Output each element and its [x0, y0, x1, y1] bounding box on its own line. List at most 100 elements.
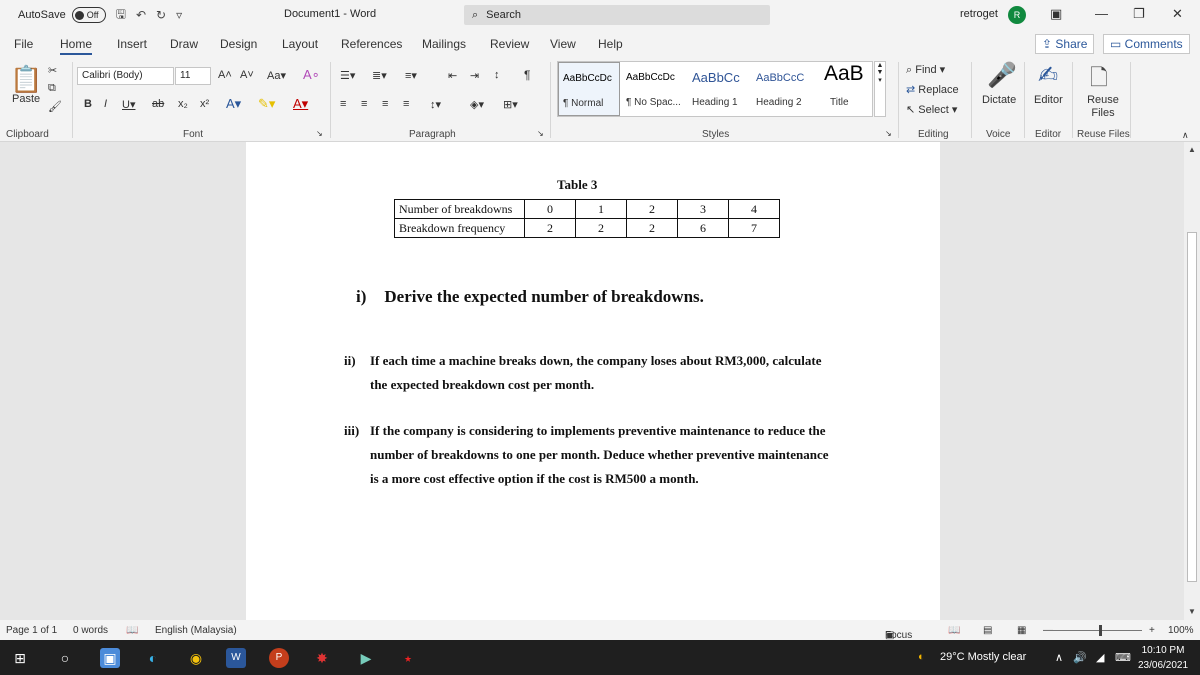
editor-icon[interactable]: ✍: [1038, 61, 1058, 90]
justify-icon[interactable]: ≡: [403, 98, 409, 110]
copy-icon[interactable]: ⧉: [48, 82, 56, 95]
bullets-icon[interactable]: ☰▾: [340, 69, 355, 82]
underline-icon[interactable]: U▾: [122, 98, 135, 111]
change-case-icon[interactable]: Aa▾: [267, 69, 286, 82]
font-color-icon[interactable]: A▾: [293, 96, 308, 112]
font-size-select[interactable]: 11: [175, 67, 211, 85]
shading-icon[interactable]: ◈▾: [470, 98, 484, 111]
cut-icon[interactable]: ✂: [48, 64, 57, 77]
print-layout-icon[interactable]: ▤: [983, 625, 992, 636]
scroll-up-icon[interactable]: ▲: [1188, 145, 1196, 154]
tab-home[interactable]: Home: [60, 37, 93, 55]
borders-icon[interactable]: ⊞▾: [503, 98, 518, 111]
clear-formatting-icon[interactable]: A∘: [303, 67, 320, 83]
style-no-spacing[interactable]: AaBbCcDc ¶ No Spac...: [622, 62, 686, 116]
grow-font-icon[interactable]: A˄: [218, 69, 232, 81]
numbering-icon[interactable]: ≣▾: [372, 69, 387, 82]
media-app-icon[interactable]: ▶: [356, 648, 376, 668]
tab-view[interactable]: View: [550, 37, 576, 51]
scroll-down-icon[interactable]: ▼: [1188, 607, 1196, 616]
web-layout-icon[interactable]: ▦: [1017, 625, 1026, 636]
page-count[interactable]: Page 1 of 1: [6, 625, 57, 636]
undo-icon[interactable]: ↶: [136, 8, 146, 22]
clock[interactable]: 10:10 PM 23/06/2021: [1138, 643, 1188, 673]
tab-draw[interactable]: Draw: [170, 37, 198, 51]
word-app-icon[interactable]: W: [226, 648, 246, 668]
font-name-select[interactable]: Calibri (Body): [77, 67, 174, 85]
comments-button[interactable]: ▭ Comments: [1103, 34, 1190, 54]
select-button[interactable]: ↖ Select ▾: [906, 103, 957, 116]
editor-label[interactable]: Editor: [1034, 94, 1063, 106]
text-effects-icon[interactable]: A▾: [226, 96, 241, 112]
powerpoint-app-icon[interactable]: P: [269, 648, 289, 668]
style-heading-1[interactable]: AaBbCc Heading 1: [688, 62, 752, 116]
bold-icon[interactable]: B: [84, 98, 92, 110]
user-name[interactable]: retroget: [960, 8, 998, 20]
show-marks-icon[interactable]: ¶: [524, 68, 530, 82]
shrink-font-icon[interactable]: A˅: [240, 69, 254, 81]
align-right-icon[interactable]: ≡: [382, 98, 388, 110]
increase-indent-icon[interactable]: ⇥: [470, 69, 479, 82]
paste-icon[interactable]: 📋: [10, 64, 42, 95]
align-left-icon[interactable]: ≡: [340, 98, 346, 110]
align-center-icon[interactable]: ≡: [361, 98, 367, 110]
paste-label[interactable]: Paste: [12, 93, 40, 105]
language[interactable]: English (Malaysia): [155, 625, 237, 636]
close-icon[interactable]: ✕: [1172, 6, 1183, 22]
weather-icon[interactable]: ◐: [918, 651, 925, 663]
tab-layout[interactable]: Layout: [282, 37, 318, 51]
tab-review[interactable]: Review: [490, 37, 529, 51]
zoom-level[interactable]: 100%: [1168, 625, 1194, 636]
app-icon[interactable]: ✸: [312, 648, 332, 668]
vertical-scrollbar[interactable]: ▲ ▼: [1184, 142, 1200, 620]
highlight-icon[interactable]: ✎▾: [258, 96, 275, 112]
format-painter-icon[interactable]: 🖌: [48, 100, 62, 113]
tab-file[interactable]: File: [14, 37, 33, 51]
acrobat-icon[interactable]: ⭑: [398, 648, 418, 668]
tab-help[interactable]: Help: [598, 37, 623, 51]
find-button[interactable]: ⌕ Find ▾: [906, 63, 945, 77]
style-title[interactable]: AaB Title: [820, 62, 872, 116]
reuse-files-label[interactable]: Reuse Files: [1086, 94, 1120, 120]
styles-scroll[interactable]: ▲ ▼ ▾: [874, 61, 886, 117]
tab-design[interactable]: Design: [220, 37, 257, 51]
tab-insert[interactable]: Insert: [117, 37, 147, 51]
document-page[interactable]: Table 3 Number of breakdowns 0 1 2 3 4 B…: [246, 142, 940, 620]
tab-references[interactable]: References: [341, 37, 402, 51]
autosave-toggle[interactable]: Off: [71, 7, 106, 23]
line-spacing-icon[interactable]: ↕▾: [430, 98, 441, 111]
restore-icon[interactable]: ❐: [1133, 6, 1145, 22]
show-hidden-icons-icon[interactable]: ∧: [1055, 651, 1063, 664]
zoom-slider[interactable]: [1052, 630, 1142, 631]
avatar[interactable]: R: [1008, 6, 1026, 24]
edge-icon[interactable]: ◐: [143, 648, 163, 668]
zoom-slider-thumb[interactable]: [1099, 625, 1102, 636]
task-view-icon[interactable]: ▣: [100, 648, 120, 668]
save-icon[interactable]: 🖫: [116, 5, 126, 26]
redo-icon[interactable]: ↻: [156, 8, 166, 22]
multilevel-list-icon[interactable]: ≡▾: [405, 69, 417, 82]
styles-dialog-launcher-icon[interactable]: ↘: [885, 129, 892, 138]
read-mode-icon[interactable]: 📖: [948, 625, 960, 636]
scrollbar-thumb[interactable]: [1187, 232, 1197, 582]
volume-icon[interactable]: 🔊: [1073, 651, 1087, 664]
taskbar-search-icon[interactable]: ○: [55, 648, 75, 668]
minimize-icon[interactable]: —: [1095, 6, 1108, 21]
customize-qat-icon[interactable]: ▿: [176, 8, 182, 22]
proofing-icon[interactable]: 📖: [126, 625, 138, 636]
share-button[interactable]: ⇪ Share: [1035, 34, 1095, 54]
decrease-indent-icon[interactable]: ⇤: [448, 69, 457, 82]
ribbon-display-icon[interactable]: ▣: [1050, 6, 1062, 22]
zoom-in-icon[interactable]: +: [1149, 625, 1155, 636]
sort-icon[interactable]: ↕: [494, 69, 500, 81]
word-count[interactable]: 0 words: [73, 625, 108, 636]
keyboard-icon[interactable]: ⌨: [1115, 651, 1131, 664]
style-heading-2[interactable]: AaBbCcC Heading 2: [752, 62, 816, 116]
font-dialog-launcher-icon[interactable]: ↘: [316, 129, 323, 138]
subscript-icon[interactable]: x₂: [178, 98, 188, 110]
superscript-icon[interactable]: x²: [200, 98, 209, 110]
chrome-icon[interactable]: ◉: [186, 648, 206, 668]
style-normal[interactable]: AaBbCcDc ¶ Normal: [558, 62, 620, 116]
paragraph-dialog-launcher-icon[interactable]: ↘: [537, 129, 544, 138]
dictate-label[interactable]: Dictate: [982, 94, 1016, 106]
